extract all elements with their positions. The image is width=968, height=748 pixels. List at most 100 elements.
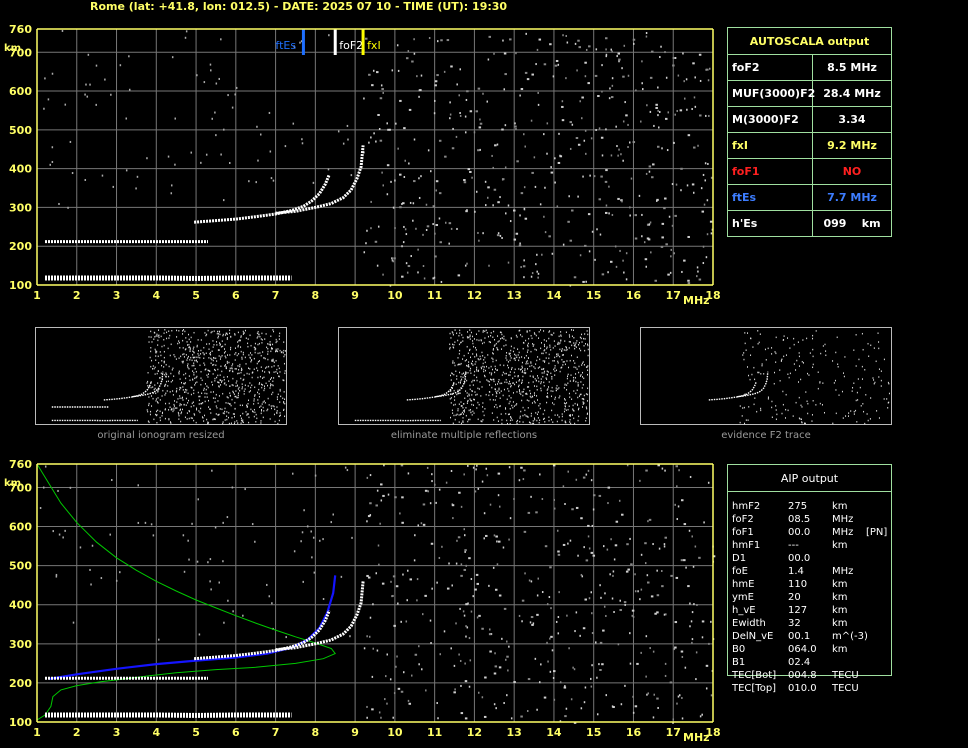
thumb-noise (559, 342, 561, 344)
thumb-noise (165, 402, 167, 405)
thumb-noise (454, 329, 456, 331)
noise-dot (677, 74, 680, 77)
thumb-noise (214, 377, 216, 380)
thumb-noise (537, 367, 539, 369)
noise-dot (634, 573, 636, 576)
noise-dot (544, 545, 548, 548)
noise-dot (661, 585, 664, 588)
thumb-noise (283, 391, 285, 393)
noise-dot (561, 100, 564, 103)
thumb-noise (224, 355, 226, 357)
thumb-noise (543, 381, 545, 384)
thumb-noise (573, 366, 575, 368)
thumb-noise (262, 377, 264, 379)
noise-dot (434, 99, 436, 102)
noise-dot (380, 84, 383, 87)
noise-dot (543, 215, 545, 218)
thumb-noise (582, 384, 584, 386)
thumb-noise (864, 422, 866, 425)
aip-cell: 1.4 (788, 566, 804, 577)
thumb-noise (197, 391, 199, 394)
thumb-noise (153, 388, 155, 391)
thumb-noise (228, 370, 230, 372)
thumb-noise (473, 374, 475, 377)
noise-dot (234, 93, 236, 96)
thumb-noise (505, 372, 507, 375)
thumb-noise (569, 359, 571, 362)
thumb-noise (558, 335, 560, 338)
thumb-noise (465, 407, 467, 409)
thumb-noise (217, 368, 219, 371)
thumb-noise (173, 403, 175, 406)
thumb-noise (457, 392, 459, 395)
noise-dot (611, 597, 614, 600)
thumb-noise (188, 375, 190, 377)
aip-cell: hmF2 (732, 501, 761, 512)
noise-dot (211, 117, 213, 120)
thumb-noise (475, 347, 477, 349)
thumb-noise (861, 332, 863, 335)
thumb-noise (563, 402, 565, 404)
noise-dot (468, 637, 471, 640)
thumb-noise (530, 370, 532, 373)
thumb-noise (469, 398, 471, 400)
noise-dot (299, 41, 301, 44)
noise-dot (310, 530, 312, 533)
thumb-noise (506, 422, 508, 425)
thumb-noise (147, 380, 149, 383)
thumb-noise (489, 391, 491, 393)
noise-dot (520, 715, 523, 718)
x-tick-label: 16 (626, 289, 642, 302)
noise-dot (370, 227, 372, 230)
noise-dot (218, 77, 220, 80)
noise-dot (616, 55, 618, 58)
thumb-noise (155, 392, 157, 395)
thumb-noise (573, 342, 575, 344)
noise-dot (665, 613, 667, 616)
thumb-noise (842, 417, 844, 419)
noise-dot (622, 120, 625, 123)
noise-dot (655, 103, 658, 106)
thumb-noise (165, 375, 167, 378)
thumb-noise (508, 374, 510, 376)
thumb-noise (557, 360, 559, 363)
thumb-noise (503, 388, 505, 391)
thumb-noise (554, 370, 556, 372)
thumb-noise (817, 371, 819, 373)
noise-dot (530, 275, 533, 278)
thumb-noise (502, 394, 504, 397)
thumb-noise (169, 354, 171, 357)
thumb-noise (513, 347, 515, 349)
noise-dot (503, 607, 507, 610)
noise-dot (190, 151, 193, 154)
thumb-noise (531, 422, 533, 425)
thumb-noise (194, 359, 196, 362)
noise-dot (514, 122, 516, 125)
noise-dot (625, 570, 629, 573)
noise-dot (478, 614, 481, 617)
thumb-noise (452, 343, 454, 346)
x-tick-label: 9 (351, 289, 359, 302)
thumb-noise (512, 350, 514, 353)
thumb-noise (172, 390, 174, 392)
thumb-noise (151, 405, 153, 407)
thumb-noise (199, 411, 201, 414)
noise-dot (408, 702, 412, 705)
thumb-noise (587, 387, 589, 390)
noise-dot (90, 583, 92, 586)
noise-dot (407, 699, 410, 702)
noise-dot (284, 145, 287, 148)
noise-dot (577, 39, 580, 42)
noise-dot (621, 67, 623, 70)
thumb-noise (256, 332, 258, 335)
y-tick-label: 100 (9, 279, 32, 292)
thumb-noise (490, 379, 492, 381)
noise-dot (572, 666, 574, 669)
noise-dot (475, 190, 478, 193)
thumb-noise (264, 402, 266, 404)
thumb-noise (520, 368, 522, 370)
thumb-noise (452, 362, 454, 364)
noise-dot (677, 505, 680, 508)
noise-dot (439, 653, 442, 656)
thumb-noise (185, 377, 187, 380)
